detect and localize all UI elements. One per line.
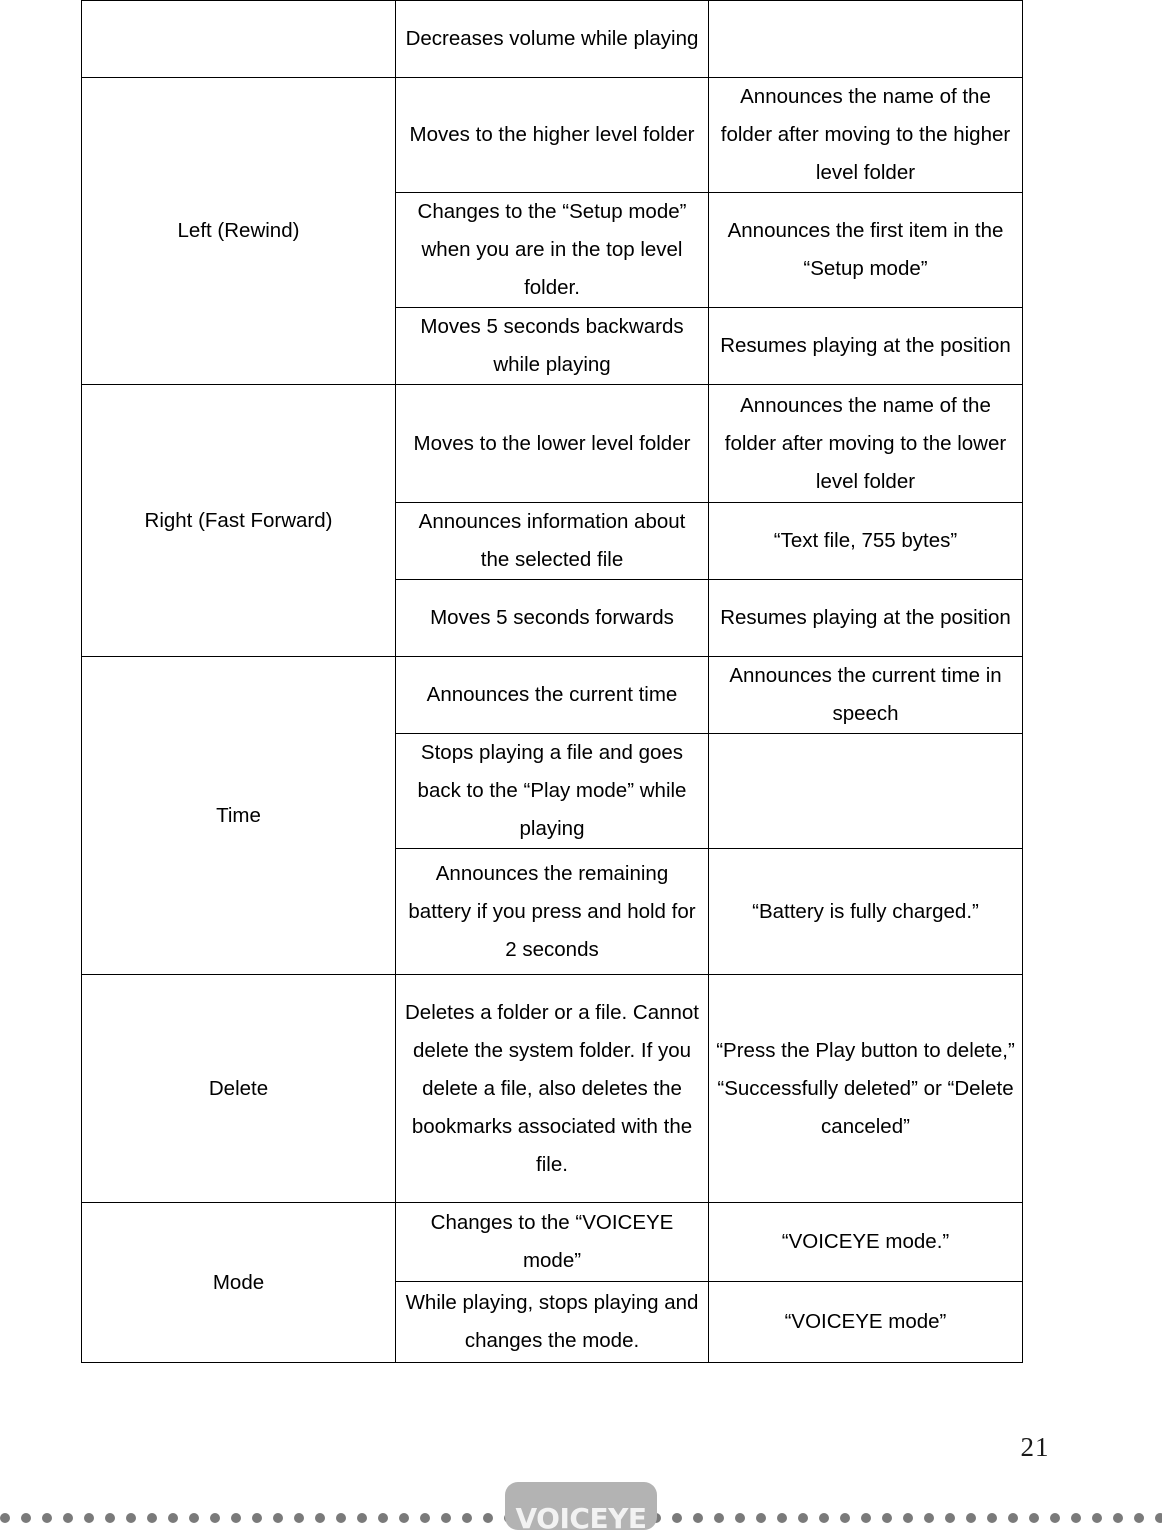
footer-dot (273, 1512, 283, 1523)
footer-dot (252, 1512, 262, 1523)
footer-dot (756, 1512, 766, 1523)
footer-dot (462, 1512, 472, 1523)
table-cell-voice: “Battery is fully charged.” (708, 848, 1023, 975)
footer-dot (798, 1512, 808, 1523)
footer-dot (315, 1512, 325, 1523)
footer-dot (1071, 1512, 1081, 1523)
key-function-table: Decreases volume while playing Left (Rew… (81, 0, 1023, 1363)
footer-dot (987, 1512, 997, 1523)
table-cell-voice: Announces the name of the folder after m… (708, 384, 1023, 503)
footer-dot (189, 1512, 199, 1523)
table-row: Left (Rewind) Moves to the higher level … (81, 77, 1023, 385)
table-cell-voice: “VOICEYE mode.” (708, 1202, 1023, 1282)
table-cell-function: Changes to the “Setup mode” when you are… (395, 192, 709, 308)
footer-dot (42, 1512, 52, 1523)
footer-dot (945, 1512, 955, 1523)
footer-dot (1134, 1512, 1144, 1523)
footer-dot (84, 1512, 94, 1523)
footer-dot (0, 1512, 10, 1523)
footer-dot (1113, 1512, 1123, 1523)
table-cell-function: Changes to the “VOICEYE mode” (395, 1202, 709, 1282)
table-cell-function: Deletes a folder or a file. Cannot delet… (395, 974, 709, 1203)
document-page: Decreases volume while playing Left (Rew… (0, 0, 1162, 1530)
footer-dot (714, 1512, 724, 1523)
footer-dot (63, 1512, 73, 1523)
footer-dot (777, 1512, 787, 1523)
footer-dot (735, 1512, 745, 1523)
table-cell-key (81, 0, 396, 78)
table-cell-function: Moves to the lower level folder (395, 384, 709, 503)
table-cell-function: Decreases volume while playing (395, 0, 709, 78)
footer-dot (441, 1512, 451, 1523)
table-cell-function: Moves to the higher level folder (395, 77, 709, 193)
footer-dot (840, 1512, 850, 1523)
table-cell-function: Announces the remaining battery if you p… (395, 848, 709, 975)
table-cell-voice: Resumes playing at the position (708, 579, 1023, 657)
footer-dot (819, 1512, 829, 1523)
footer-dot (105, 1512, 115, 1523)
table-cell-function: Moves 5 seconds forwards (395, 579, 709, 657)
footer-dot (966, 1512, 976, 1523)
footer-dot (1092, 1512, 1102, 1523)
table-cell-key: Left (Rewind) (81, 77, 396, 385)
footer-dot (357, 1512, 367, 1523)
table-cell-function: While playing, stops playing and changes… (395, 1281, 709, 1363)
table-cell-voice: Announces the first item in the “Setup m… (708, 192, 1023, 308)
footer-dot (882, 1512, 892, 1523)
footer-dot (672, 1512, 682, 1523)
footer-dot (210, 1512, 220, 1523)
footer-dot (861, 1512, 871, 1523)
table-cell-function: Moves 5 seconds backwards while playing (395, 307, 709, 385)
footer-dot (378, 1512, 388, 1523)
footer-dot (693, 1512, 703, 1523)
footer-dot (903, 1512, 913, 1523)
footer-dot (147, 1512, 157, 1523)
footer-dot (336, 1512, 346, 1523)
table-cell-voice: Announces the name of the folder after m… (708, 77, 1023, 193)
footer-dot (483, 1512, 493, 1523)
table-row: Decreases volume while playing (81, 0, 1023, 78)
footer-dot (1050, 1512, 1060, 1523)
table-cell-voice (708, 0, 1023, 78)
table-cell-voice: “Text file, 755 bytes” (708, 502, 1023, 580)
footer-dot (420, 1512, 430, 1523)
footer-dot (399, 1512, 409, 1523)
table-cell-key: Right (Fast Forward) (81, 384, 396, 657)
table-row: Time Announces the current time Announce… (81, 656, 1023, 975)
table-cell-key: Mode (81, 1202, 396, 1363)
table-cell-voice: “Press the Play button to delete,” “Succ… (708, 974, 1023, 1203)
footer-dot (1029, 1512, 1039, 1523)
footer-dot (231, 1512, 241, 1523)
table-cell-voice (708, 733, 1023, 849)
footer-dot (1155, 1512, 1162, 1523)
table-cell-voice: “VOICEYE mode” (708, 1281, 1023, 1363)
footer-dot (126, 1512, 136, 1523)
table-cell-voice: Announces the current time in speech (708, 656, 1023, 734)
table-cell-key: Delete (81, 974, 396, 1203)
table-row: Right (Fast Forward) Moves to the lower … (81, 384, 1023, 657)
table-row: Mode Changes to the “VOICEYE mode” “VOIC… (81, 1202, 1023, 1363)
table-cell-key: Time (81, 656, 396, 975)
table-row: Delete Deletes a folder or a file. Canno… (81, 974, 1023, 1203)
table-cell-function: Announces the current time (395, 656, 709, 734)
footer-dot (21, 1512, 31, 1523)
table-cell-function: Announces information about the selected… (395, 502, 709, 580)
footer-dot (1008, 1512, 1018, 1523)
table-cell-function: Stops playing a file and goes back to th… (395, 733, 709, 849)
footer-dot (168, 1512, 178, 1523)
voiceye-logo: VOICEYE (505, 1482, 657, 1530)
page-number: 21 (1020, 1432, 1050, 1462)
footer-dot (924, 1512, 934, 1523)
table-cell-voice: Resumes playing at the position (708, 307, 1023, 385)
voiceye-logo-text: VOICEYE (515, 1502, 647, 1530)
footer-dot (294, 1512, 304, 1523)
